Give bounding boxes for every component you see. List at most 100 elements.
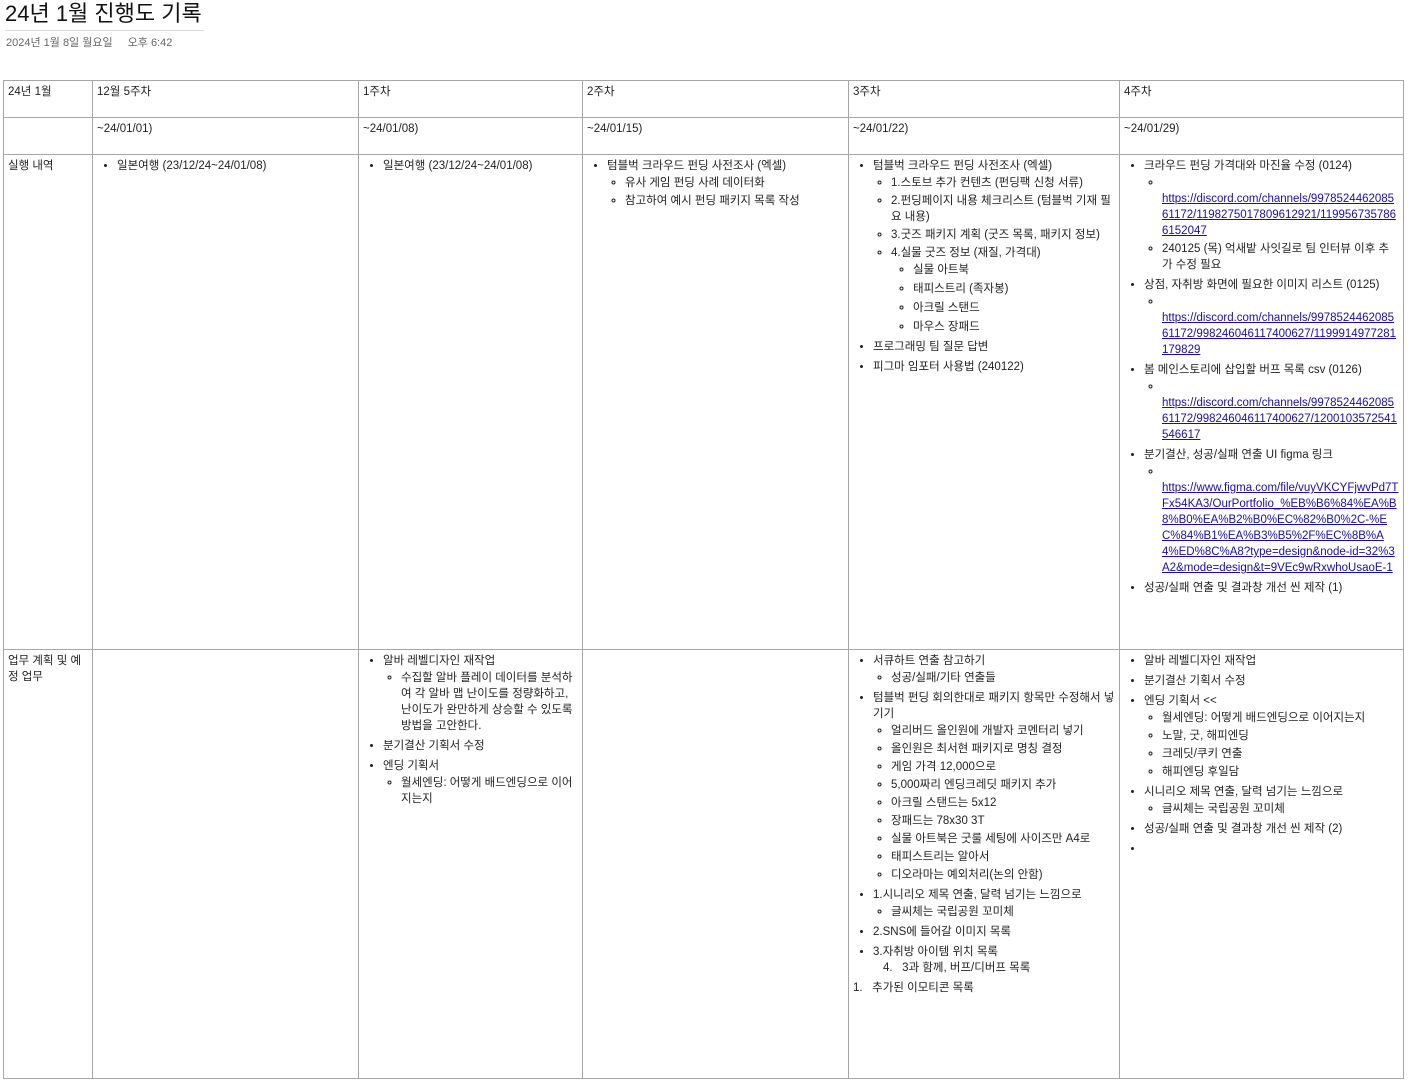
list-item: 텀블벅 크라우드 펀딩 사전조사 (엑셀) 1.스토브 추가 컨텐츠 (펀딩팩 … <box>873 158 1115 335</box>
header-week2[interactable]: 2주차 <box>582 80 849 118</box>
progress-table: 24년 1월 12월 5주차 1주차 2주차 3주차 4주차 ~24/01/01… <box>3 80 1404 1079</box>
exec-week2[interactable]: 텀블벅 크라우드 펀딩 사전조사 (엑셀) 유사 게임 펀딩 사례 데이터화 참… <box>582 154 849 650</box>
list-item: 피그마 임포터 사용법 (240122) <box>873 359 1115 375</box>
list-item: 240125 (목) 억새밭 사잇길로 팀 인터뷰 이후 추가 수정 필요 <box>1162 241 1399 273</box>
list-item: 장패드는 78x30 3T <box>891 813 1115 829</box>
list-item: 분기결산, 성공/실패 연출 UI figma 링크 https://www.f… <box>1144 447 1399 576</box>
goods-item: 실물 아트북 <box>913 262 1115 278</box>
row-label-exec[interactable]: 실행 내역 <box>3 154 93 650</box>
header-dec-week5[interactable]: 12월 5주차 <box>92 80 359 118</box>
list-item: 얼리버드 올인원에 개발자 코멘터리 넣기 <box>891 723 1115 739</box>
list-item: 실물 아트북은 굿룰 세팅에 사이즈만 A4로 <box>891 831 1115 847</box>
exec-week3[interactable]: 텀블벅 크라우드 펀딩 사전조사 (엑셀) 1.스토브 추가 컨텐츠 (펀딩팩 … <box>848 154 1120 650</box>
list-item: 3.자취방 아이템 위치 목록 4. 3과 함께, 버프/디버프 목록 <box>873 944 1115 976</box>
discord-link[interactable]: https://discord.com/channels/99785244620… <box>1162 312 1396 356</box>
list-item: 성공/실패/기타 연출들 <box>891 670 1115 686</box>
page-date: 2024년 1월 8일 월요일 <box>6 37 113 49</box>
date-week1[interactable]: ~24/01/08) <box>358 117 583 155</box>
header-month[interactable]: 24년 1월 <box>3 80 93 118</box>
row-label-plan[interactable]: 업무 계획 및 예정 업무 <box>3 649 93 1079</box>
discord-link[interactable]: https://discord.com/channels/99785244620… <box>1162 397 1397 441</box>
list-item-text: 텀블벅 크라우드 펀딩 사전조사 (엑셀) <box>873 160 1053 172</box>
list-item: 3.굿즈 패키지 계획 (굿즈 목록, 패키지 정보) <box>891 227 1115 243</box>
list-item: 글씨체는 국립공원 꼬미체 <box>1162 801 1399 817</box>
list-item: 수집할 알바 플레이 데이터를 분석하여 각 알바 맵 난이도를 정량화하고, … <box>401 670 578 734</box>
list-item-text: 알바 레벨디자인 재작업 <box>383 655 496 667</box>
header-week1[interactable]: 1주차 <box>358 80 583 118</box>
list-item: 크라우드 펀딩 가격대와 마진율 수정 (0124) https://disco… <box>1144 158 1399 273</box>
goods-item: 태피스트리 (족자봉) <box>913 281 1115 297</box>
list-item: 알바 레벨디자인 재작업 <box>1144 653 1399 669</box>
date-row: ~24/01/01) ~24/01/08) ~24/01/15) ~24/01/… <box>3 117 1404 155</box>
page-time: 오후 6:42 <box>127 37 173 49</box>
list-item: https://discord.com/channels/99785244620… <box>1162 379 1399 443</box>
list-item-empty <box>1144 841 1399 857</box>
figma-link[interactable]: https://www.figma.com/file/vuyVKCYFjwvPd… <box>1162 482 1398 574</box>
date-week3[interactable]: ~24/01/22) <box>848 117 1120 155</box>
exec-week1[interactable]: 일본여행 (23/12/24~24/01/08) <box>358 154 583 650</box>
list-item: 게임 가격 12,000으로 <box>891 759 1115 775</box>
list-item-text: 엔딩 기획서 <box>383 760 440 772</box>
list-item-text: 텀블벅 크라우드 펀딩 사전조사 (엑셀) <box>607 160 787 172</box>
list-item: 시니리오 제목 연출, 달력 넘기는 느낌으로 글씨체는 국립공원 꼬미체 <box>1144 784 1399 817</box>
plan-week1[interactable]: 알바 레벨디자인 재작업 수집할 알바 플레이 데이터를 분석하여 각 알바 맵… <box>358 649 583 1079</box>
header-row: 24년 1월 12월 5주차 1주차 2주차 3주차 4주차 <box>3 80 1404 118</box>
list-item: 성공/실패 연출 및 결과창 개선 씬 제작 (2) <box>1144 821 1399 837</box>
list-item: 해피엔딩 후일담 <box>1162 764 1399 780</box>
list-item: 아크릴 스탠드는 5x12 <box>891 795 1115 811</box>
plan-dec-week5[interactable] <box>92 649 359 1079</box>
plan-week2[interactable] <box>582 649 849 1079</box>
date-week4[interactable]: ~24/01/29) <box>1119 117 1404 155</box>
list-item: 봄 메인스토리에 삽입할 버프 목록 csv (0126) https://di… <box>1144 362 1399 443</box>
list-item: 4.실물 굿즈 정보 (재질, 가격대) 실물 아트북 태피스트리 (족자봉) … <box>891 245 1115 335</box>
numbered-line: 1. 추가된 이모티콘 목록 <box>853 982 974 994</box>
list-item: 엔딩 기획서 << 월세엔딩: 어떻게 배드엔딩으로 이어지는지 노말, 굿, … <box>1144 693 1399 780</box>
list-item: 디오라마는 예외처리(논의 안함) <box>891 867 1115 883</box>
list-item: 1.시니리오 제목 연출, 달력 넘기는 느낌으로 글씨체는 국립공원 꼬미체 <box>873 887 1115 920</box>
list-item-text: 시니리오 제목 연출, 달력 넘기는 느낌으로 <box>1144 786 1344 798</box>
discord-link[interactable]: https://discord.com/channels/99785244620… <box>1162 193 1396 237</box>
list-item: 일본여행 (23/12/24~24/01/08) <box>117 158 354 174</box>
list-item: https://www.figma.com/file/vuyVKCYFjwvPd… <box>1162 464 1399 576</box>
date-cell-empty[interactable] <box>3 117 93 155</box>
exec-row: 실행 내역 일본여행 (23/12/24~24/01/08) 일본여행 (23/… <box>3 154 1404 650</box>
list-item-text: 엔딩 기획서 << <box>1144 695 1217 707</box>
goods-item: 마우스 장패드 <box>913 319 1115 335</box>
list-item: 텀블벅 펀딩 회의한대로 패키지 항목만 수정해서 넣기기 얼리버드 올인원에 … <box>873 690 1115 883</box>
list-item: 글씨체는 국립공원 꼬미체 <box>891 904 1115 920</box>
list-item: 월세엔딩: 어떻게 배드엔딩으로 이어지는지 <box>401 775 578 807</box>
list-item: 태피스트리는 알아서 <box>891 849 1115 865</box>
list-item-text: 분기결산, 성공/실패 연출 UI figma 링크 <box>1144 449 1333 461</box>
list-item: 월세엔딩: 어떻게 배드엔딩으로 이어지는지 <box>1162 710 1399 726</box>
numbered-line: 4. 3과 함께, 버프/디버프 목록 <box>883 962 1031 974</box>
page-title: 24년 1월 진행도 기록 <box>5 0 204 31</box>
exec-week4[interactable]: 크라우드 펀딩 가격대와 마진율 수정 (0124) https://disco… <box>1119 154 1404 650</box>
list-item-text: 3.자취방 아이템 위치 목록 <box>873 946 998 958</box>
list-item: 상점, 자취방 화면에 필요한 이미지 리스트 (0125) https://d… <box>1144 277 1399 358</box>
plan-week3[interactable]: 서큐하트 연출 참고하기 성공/실패/기타 연출들 텀블벅 펀딩 회의한대로 패… <box>848 649 1120 1079</box>
list-item-text: 상점, 자취방 화면에 필요한 이미지 리스트 (0125) <box>1144 279 1380 291</box>
list-item: https://discord.com/channels/99785244620… <box>1162 175 1399 239</box>
date-dec-week5[interactable]: ~24/01/01) <box>92 117 359 155</box>
list-item: 분기결산 기획서 수정 <box>1144 673 1399 689</box>
list-item: 일본여행 (23/12/24~24/01/08) <box>383 158 578 174</box>
header-week3[interactable]: 3주차 <box>848 80 1120 118</box>
list-item: 크레딧/쿠키 연출 <box>1162 746 1399 762</box>
list-item-text: 크라우드 펀딩 가격대와 마진율 수정 (0124) <box>1144 160 1352 172</box>
list-item: 올인원은 최서현 패키지로 명칭 결정 <box>891 741 1115 757</box>
list-item: 알바 레벨디자인 재작업 수집할 알바 플레이 데이터를 분석하여 각 알바 맵… <box>383 653 578 734</box>
list-item: 2.SNS에 들어갈 이미지 목록 <box>873 924 1115 940</box>
list-item-text: 텀블벅 펀딩 회의한대로 패키지 항목만 수정해서 넣기기 <box>873 692 1115 720</box>
list-item: 노말, 굿, 해피엔딩 <box>1162 728 1399 744</box>
list-item: 텀블벅 크라우드 펀딩 사전조사 (엑셀) 유사 게임 펀딩 사례 데이터화 참… <box>607 158 844 209</box>
page-meta: 2024년 1월 8일 월요일 오후 6:42 <box>6 34 172 50</box>
list-item: 1.스토브 추가 컨텐츠 (펀딩팩 신청 서류) <box>891 175 1115 191</box>
date-week2[interactable]: ~24/01/15) <box>582 117 849 155</box>
list-item: 프로그래밍 팀 질문 답변 <box>873 339 1115 355</box>
list-item-text: 서큐하트 연출 참고하기 <box>873 655 986 667</box>
list-item-text: 4.실물 굿즈 정보 (재질, 가격대) <box>891 247 1041 259</box>
header-week4[interactable]: 4주차 <box>1119 80 1404 118</box>
list-item: 엔딩 기획서 월세엔딩: 어떻게 배드엔딩으로 이어지는지 <box>383 758 578 807</box>
exec-dec-week5[interactable]: 일본여행 (23/12/24~24/01/08) <box>92 154 359 650</box>
plan-week4[interactable]: 알바 레벨디자인 재작업 분기결산 기획서 수정 엔딩 기획서 << 월세엔딩:… <box>1119 649 1404 1079</box>
